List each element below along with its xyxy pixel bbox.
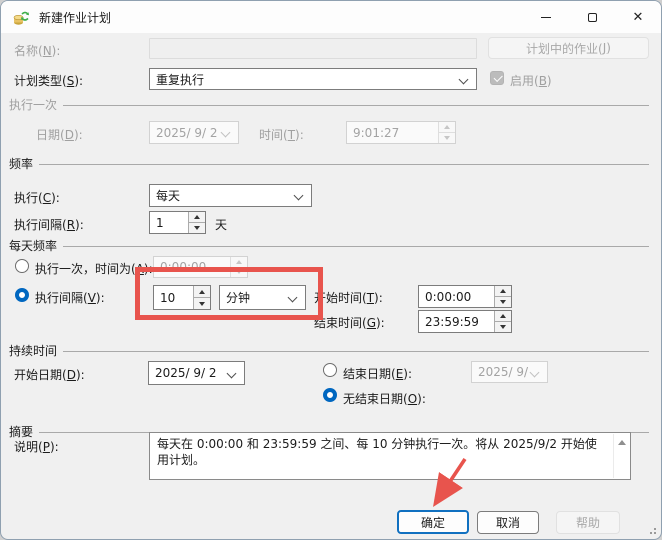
close-icon: ✕ [633,11,644,24]
occurs-every-label: 执行间隔(V): [35,289,105,306]
enabled-checkbox [490,71,504,85]
divider [63,105,649,106]
chevron-down-icon [294,191,304,201]
annotation-rect [135,267,323,320]
schedule-type-label: 计划类型(S): [14,72,83,89]
schedule-type-value: 重复执行 [150,71,210,88]
schedule-icon [13,9,30,26]
starting-at-spinner[interactable]: 0:00:00 [418,285,512,308]
ending-at-label: 结束时间(G): [314,314,385,331]
chevron-down-icon [459,74,469,84]
spin-down-icon[interactable] [189,222,205,233]
end-date-select: 2025/ 9/ 2 [471,361,548,383]
help-button: 帮助 [556,511,620,534]
spin-down-icon [439,132,455,143]
minimize-icon [541,17,551,18]
occurs-select[interactable]: 每天 [149,184,312,207]
chevron-down-icon [530,367,540,377]
name-input [149,38,477,59]
scrollbar[interactable] [613,434,629,478]
frequency-header: 频率 [9,155,33,172]
date-label: 日期(D): [36,126,83,143]
annotation-arrow [413,451,475,513]
chevron-down-icon [227,368,237,378]
resize-grip[interactable] [648,526,656,534]
name-label: 名称(N): [14,42,60,59]
description-box: 每天在 0:00:00 和 23:59:59 之间、每 10 分钟执行一次。将从… [149,432,631,480]
close-button[interactable]: ✕ [615,1,661,33]
occurs-label: 执行(C): [14,189,60,206]
section-duration: 持续时间 [9,342,649,359]
minimize-button[interactable] [523,1,569,33]
description-label: 说明(P): [14,438,59,455]
chevron-down-icon [221,128,231,138]
recurs-label: 执行间隔(R): [14,216,84,233]
recurs-unit-label: 天 [215,216,227,233]
cancel-button[interactable]: 取消 [477,511,539,534]
daily-frequency-header: 每天频率 [9,237,57,254]
spin-up-icon [231,257,247,267]
divider [63,351,649,352]
occurs-value: 每天 [150,187,186,204]
no-end-date-radio[interactable] [323,388,337,402]
description-text: 每天在 0:00:00 和 23:59:59 之间、每 10 分钟执行一次。将从… [157,436,608,468]
duration-header: 持续时间 [9,342,57,359]
start-date-select[interactable]: 2025/ 9/ 2 [148,361,245,385]
window-title: 新建作业计划 [39,9,111,26]
jobs-in-schedule-button: 计划中的作业(J) [488,37,649,59]
starting-at-value: 0:00:00 [419,290,477,304]
spin-up-icon[interactable] [495,286,511,296]
starting-at-label: 开始时间(T): [314,289,383,306]
section-one-time: 执行一次 [9,96,649,113]
enabled-label: 启用(B) [510,72,552,89]
schedule-type-select[interactable]: 重复执行 [149,68,477,90]
section-frequency: 频率 [9,155,649,172]
start-date-label: 开始日期(D): [14,366,85,383]
spin-up-icon[interactable] [189,212,205,222]
occurs-every-radio[interactable] [15,288,29,302]
recurs-spinner[interactable]: 1 [149,211,206,234]
end-date-radio[interactable] [323,363,337,377]
no-end-date-label: 无结束日期(O): [343,390,426,407]
titlebar: 新建作业计划 ✕ [1,1,661,33]
start-date-value: 2025/ 9/ 2 [149,366,223,380]
date-select: 2025/ 9/ 2 [149,121,239,144]
section-daily-frequency: 每天频率 [9,237,649,254]
end-date-value: 2025/ 9/ 2 [472,365,531,379]
time-spinner: 9:01:27 [346,121,456,144]
maximize-button[interactable] [569,1,615,33]
occurs-once-radio[interactable] [15,259,29,273]
divider [63,246,649,247]
spin-up-icon [439,122,455,132]
ok-button[interactable]: 确定 [397,510,469,534]
end-date-label: 结束日期(E): [343,365,412,382]
time-value: 9:01:27 [347,126,405,140]
scroll-up-icon[interactable] [618,440,626,445]
spin-down-icon[interactable] [495,296,511,307]
divider [39,164,649,165]
time-label: 时间(T): [259,126,304,143]
one-time-header: 执行一次 [9,96,57,113]
date-value: 2025/ 9/ 2 [150,126,222,140]
new-job-schedule-dialog: 新建作业计划 ✕ 名称(N): 计划中的作业(J) 计划类型(S): 重复执行 … [0,0,662,540]
ending-at-spinner[interactable]: 23:59:59 [418,310,512,333]
spin-down-icon[interactable] [495,321,511,332]
spin-up-icon[interactable] [495,311,511,321]
recurs-value: 1 [150,216,170,230]
maximize-icon [588,13,597,22]
ending-at-value: 23:59:59 [419,315,485,329]
